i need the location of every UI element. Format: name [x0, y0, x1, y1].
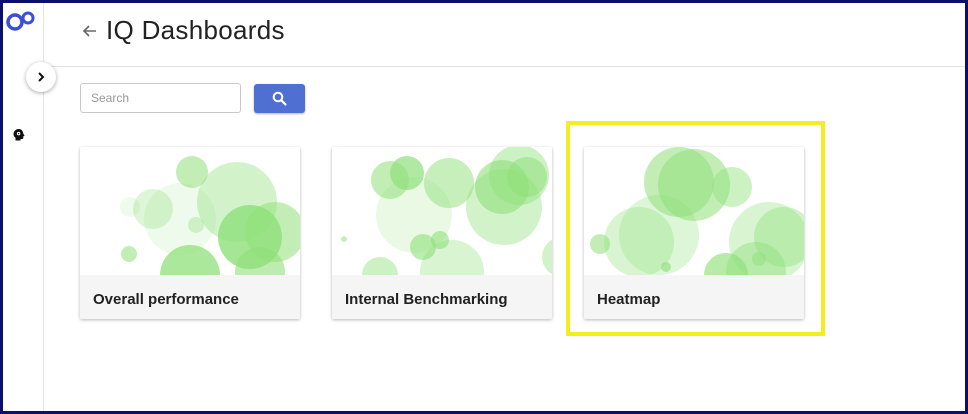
chevron-right-icon [38, 72, 45, 82]
page-header: IQ Dashboards [44, 3, 965, 67]
dashboard-card-heatmap[interactable]: Heatmap [584, 147, 804, 319]
card-thumbnail [590, 147, 804, 275]
brain-icon[interactable] [12, 128, 26, 142]
card-label-bar: Heatmap [584, 275, 804, 319]
card-title: Overall performance [93, 291, 239, 308]
app-logo-icon[interactable] [5, 10, 37, 32]
dashboard-card-internal-benchmarking[interactable]: Internal Benchmarking [332, 147, 552, 319]
search-icon [272, 91, 287, 106]
app-window: IQ Dashboards Overall [0, 0, 968, 414]
card-thumbnail [341, 147, 552, 275]
card-label-bar: Overall performance [80, 275, 300, 319]
dashboard-card-overall-performance[interactable]: Overall performance [80, 147, 300, 319]
sidebar-expand-button[interactable] [26, 62, 56, 92]
arrow-left-icon[interactable] [82, 23, 98, 39]
card-thumbnail [120, 156, 300, 275]
card-label-bar: Internal Benchmarking [332, 275, 552, 319]
search-button[interactable] [254, 84, 305, 113]
card-title: Heatmap [597, 291, 661, 308]
search-input[interactable] [80, 83, 241, 113]
page-title: IQ Dashboards [106, 15, 285, 45]
card-title: Internal Benchmarking [345, 291, 508, 308]
